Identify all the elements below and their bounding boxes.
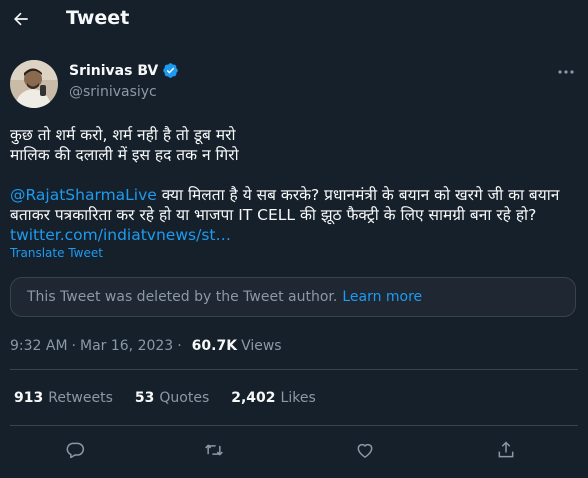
- tweet-line: मालिक की दलाली में इस हद तक न गिरो: [10, 146, 239, 164]
- author-handle[interactable]: @srinivasiyc: [69, 84, 157, 100]
- views-count: 60.7K: [191, 338, 238, 354]
- meta-separator: ·: [71, 338, 76, 354]
- author-name[interactable]: Srinivas BV: [69, 62, 179, 79]
- tweet-text: कुछ तो शर्म करो, शर्म नही है तो डूब मरो …: [10, 125, 580, 245]
- tweet-url-link[interactable]: twitter.com/indiatvnews/st…: [10, 226, 231, 244]
- retweet-button[interactable]: [196, 432, 232, 468]
- divider: [10, 369, 578, 370]
- page-title: Tweet: [66, 7, 130, 29]
- mention-link[interactable]: @RajatSharmaLive: [10, 186, 157, 204]
- back-arrow-icon: [14, 12, 28, 26]
- meta-separator: ·: [177, 338, 182, 354]
- retweets-count: 913: [14, 390, 44, 406]
- tweet-date[interactable]: Mar 16, 2023: [80, 338, 173, 354]
- verified-badge-icon: [163, 63, 179, 78]
- share-icon: [498, 441, 514, 458]
- likes-count: 2,402: [231, 390, 276, 406]
- quotes-label: Quotes: [159, 390, 210, 406]
- more-button[interactable]: [556, 64, 576, 80]
- reply-icon: [66, 442, 85, 459]
- avatar[interactable]: [10, 60, 58, 108]
- more-icon: [558, 70, 574, 74]
- tweet-meta: 9:32 AM · Mar 16, 2023 · 60.7K Views: [10, 338, 282, 354]
- likes-stat[interactable]: 2,402 Likes: [231, 390, 316, 406]
- tweet-line: कुछ तो शर्म करो, शर्म नही है तो डूब मरो: [10, 126, 236, 144]
- like-icon: [357, 443, 373, 458]
- quotes-stat[interactable]: 53 Quotes: [135, 390, 209, 406]
- retweets-stat[interactable]: 913 Retweets: [14, 390, 113, 406]
- reply-button[interactable]: [57, 432, 93, 468]
- share-button[interactable]: [488, 432, 524, 468]
- learn-more-link[interactable]: Learn more: [342, 289, 422, 305]
- retweets-label: Retweets: [48, 390, 113, 406]
- views-label: Views: [241, 338, 282, 354]
- translate-tweet-link[interactable]: Translate Tweet: [10, 246, 103, 260]
- tweet-time[interactable]: 9:32 AM: [10, 338, 68, 354]
- divider: [10, 425, 578, 426]
- tweet-paragraph: @RajatSharmaLive क्या मिलता है ये सब करक…: [10, 185, 580, 245]
- engagement-stats: 913 Retweets 53 Quotes 2,402 Likes: [14, 390, 338, 406]
- action-bar: [0, 432, 588, 468]
- deleted-notice-text: This Tweet was deleted by the Tweet auth…: [27, 289, 338, 305]
- back-button[interactable]: [8, 4, 34, 34]
- likes-label: Likes: [280, 390, 316, 406]
- quotes-count: 53: [134, 390, 155, 406]
- header: Tweet: [0, 0, 588, 40]
- deleted-tweet-notice: This Tweet was deleted by the Tweet auth…: [10, 277, 576, 317]
- retweet-icon: [205, 444, 223, 456]
- like-button[interactable]: [347, 432, 383, 468]
